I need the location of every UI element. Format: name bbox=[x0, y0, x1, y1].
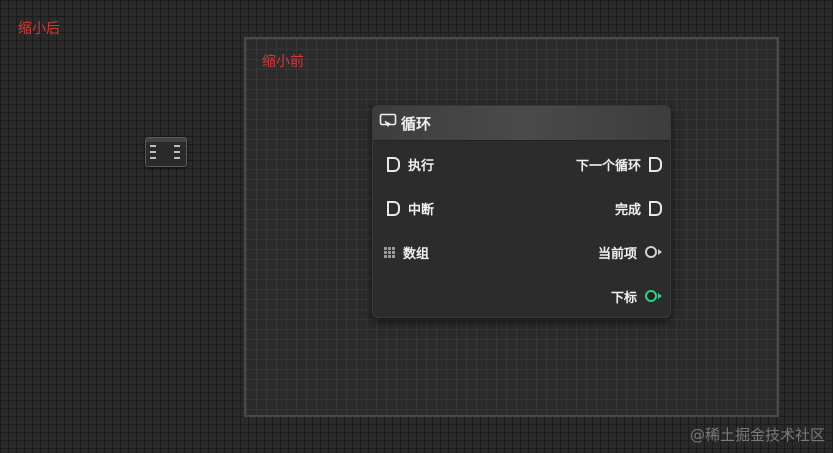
loop-node[interactable]: 循环 执行 下一个循环 中断 完成 数组 当前项 下标 bbox=[372, 105, 671, 318]
pin-row: 中断 完成 bbox=[373, 198, 670, 218]
pin-row: 数组 当前项 bbox=[373, 242, 670, 262]
pin-label: 当前项 bbox=[597, 246, 637, 262]
zoomed-in-frame: 缩小前 循环 执行 下一个循环 中断 完成 数组 当前项 下标 bbox=[244, 37, 779, 417]
node-header[interactable]: 循环 bbox=[373, 106, 670, 141]
output-next-loop-pin[interactable]: 下一个循环 bbox=[576, 154, 662, 174]
output-current-item-pin[interactable]: 当前项 bbox=[598, 242, 662, 262]
mini-loop-node[interactable] bbox=[145, 137, 187, 167]
input-exec-pin[interactable]: 执行 bbox=[387, 154, 434, 174]
exec-pin-icon bbox=[649, 156, 662, 172]
pin-label: 下一个循环 bbox=[575, 158, 641, 174]
exec-pin-icon bbox=[387, 200, 400, 216]
pin-label: 完成 bbox=[614, 202, 641, 218]
value-pin-icon bbox=[645, 290, 662, 302]
loop-icon bbox=[379, 113, 397, 134]
input-array-pin[interactable]: 数组 bbox=[384, 242, 429, 262]
mini-pin-line bbox=[150, 151, 156, 153]
watermark: @稀土掘金技术社区 bbox=[689, 426, 825, 444]
array-pin-icon bbox=[384, 246, 395, 258]
exec-pin-icon bbox=[387, 156, 400, 172]
mini-pin-line bbox=[150, 145, 156, 147]
pin-label: 下标 bbox=[610, 290, 637, 306]
pin-label: 数组 bbox=[403, 246, 430, 262]
value-pin-icon bbox=[645, 246, 662, 258]
mini-pin-line bbox=[174, 157, 180, 159]
output-index-pin[interactable]: 下标 bbox=[611, 286, 662, 306]
mini-node-header bbox=[146, 138, 186, 142]
pin-label: 中断 bbox=[408, 202, 435, 218]
output-complete-pin[interactable]: 完成 bbox=[615, 198, 662, 218]
mini-pin-line bbox=[150, 157, 156, 159]
node-title: 循环 bbox=[401, 114, 432, 133]
input-break-pin[interactable]: 中断 bbox=[387, 198, 434, 218]
pin-row: 下标 bbox=[373, 286, 670, 306]
mini-pin-line bbox=[174, 145, 180, 147]
zoomed-out-label: 缩小后 bbox=[18, 21, 60, 37]
pin-label: 执行 bbox=[408, 158, 435, 174]
pin-row: 执行 下一个循环 bbox=[373, 154, 670, 174]
mini-pin-line bbox=[174, 151, 180, 153]
zoomed-in-label: 缩小前 bbox=[262, 54, 304, 70]
exec-pin-icon bbox=[649, 200, 662, 216]
